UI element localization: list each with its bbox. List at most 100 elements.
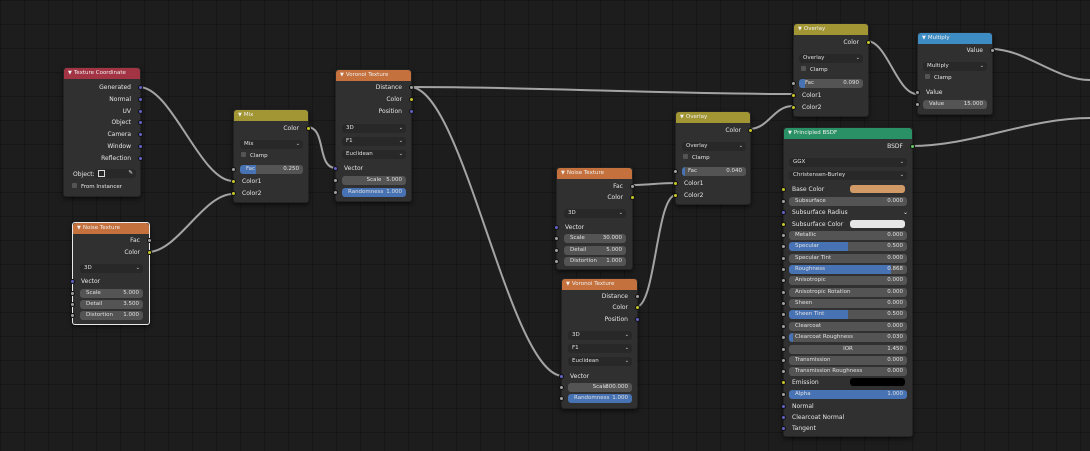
vector-socket-icon[interactable] [635,317,640,322]
alpha-slider[interactable]: Alpha 1.000 [789,390,907,399]
float-socket-icon[interactable] [559,385,564,390]
collapse-arrow-icon[interactable]: ▼ [68,70,72,76]
texture-coordinate-node[interactable]: ▼ Texture Coordinate Generated Normal UV … [63,67,143,197]
output-object[interactable]: Object [64,117,143,128]
node-header[interactable]: ▼ Overlay [676,112,750,123]
float-socket-icon[interactable] [781,233,786,238]
param-slider[interactable]: Clearcoat 0.000 [789,322,907,331]
float-socket-icon[interactable] [781,369,786,374]
node-link[interactable] [409,86,564,377]
input-specular[interactable]: Specular 0.500 [781,241,912,252]
collapse-arrow-icon[interactable]: ▼ [680,114,684,120]
input-sheen-tint[interactable]: Sheen Tint 0.500 [781,309,912,320]
fac-slider[interactable]: Fac 0.040 [682,167,746,176]
input-anisotropic-rotation[interactable]: Anisotropic Rotation 0.000 [781,287,912,298]
input-detail[interactable]: Detail 5.000 [554,245,632,256]
float-socket-icon[interactable] [781,290,786,295]
vector-socket-icon[interactable] [138,97,143,102]
color-socket-icon[interactable] [306,126,311,131]
fac-slider[interactable]: Fac 0.250 [240,165,303,174]
float-socket-icon[interactable] [231,167,236,172]
output-normal[interactable]: Normal [64,94,143,105]
param-slider[interactable]: Transmission Roughness 0.000 [789,367,907,376]
output-generated[interactable]: Generated [64,82,143,93]
input-subsurface-radius[interactable]: Subsurface Radius ⌄ [781,207,912,218]
param-slider[interactable]: Sheen 0.000 [789,299,907,308]
base-color-swatch[interactable] [850,185,905,193]
collapse-arrow-icon[interactable]: ▼ [922,35,926,41]
color-socket-icon[interactable] [673,193,678,198]
collapse-arrow-icon[interactable]: ▼ [238,112,242,118]
input-randomness[interactable]: Randomness 1.000 [559,393,637,404]
subsurface-color-swatch[interactable] [850,220,905,228]
input-fac[interactable]: Fac 0.090 [791,78,868,89]
vector-socket-icon[interactable] [138,156,143,161]
blend-type-dropdown[interactable]: Mix ⌄ [240,140,303,149]
node-link[interactable] [147,193,234,253]
dimensions-dropdown[interactable]: 3D ⌄ [342,124,406,133]
blend-type-dropdown[interactable]: Overlay ⌄ [682,142,746,151]
chevron-down-icon[interactable]: ⌄ [903,207,908,218]
subsurface-method-dropdown[interactable]: Christensen-Burley ⌄ [789,171,907,180]
input-clearcoat-roughness[interactable]: Clearcoat Roughness 0.030 [781,332,912,343]
color-socket-icon[interactable] [748,128,753,133]
output-distance[interactable]: Distance [336,82,414,93]
value-field[interactable]: Value 15.000 [923,100,987,109]
detail-field[interactable]: Detail 5.000 [564,246,626,255]
scale-field[interactable]: Scale 300.000 [568,383,632,392]
node-link[interactable] [630,182,677,186]
dimensions-dropdown[interactable]: 3D ⌄ [568,331,632,340]
float-socket-icon[interactable] [781,301,786,306]
float-socket-icon[interactable] [70,302,75,307]
float-socket-icon[interactable] [781,244,786,249]
float-socket-icon[interactable] [781,347,786,352]
param-slider[interactable]: Clearcoat Roughness 0.030 [789,333,907,342]
vector-socket-icon[interactable] [138,109,143,114]
node-header[interactable]: ▼ Texture Coordinate [64,68,140,79]
output-color[interactable]: Color [73,247,152,258]
color-socket-icon[interactable] [781,187,786,192]
distortion-field[interactable]: Distortion 1.000 [80,311,143,320]
eyedropper-icon[interactable]: ✎ [128,169,133,178]
color-socket-icon[interactable] [791,93,796,98]
float-socket-icon[interactable] [70,291,75,296]
input-distortion[interactable]: Distortion 1.000 [70,310,149,321]
blend-type-dropdown[interactable]: Overlay ⌄ [799,54,863,63]
color-socket-icon[interactable] [673,181,678,186]
randomness-slider[interactable]: Randomness 1.000 [568,394,632,403]
color-socket-icon[interactable] [231,179,236,184]
output-bsdf[interactable]: BSDF [784,141,915,152]
feature-dropdown[interactable]: F1 ⌄ [342,137,406,146]
float-socket-icon[interactable] [409,85,414,90]
output-color[interactable]: Color [676,125,753,136]
operation-dropdown[interactable]: Multiply ⌄ [923,62,987,71]
collapse-arrow-icon[interactable]: ▼ [798,26,802,32]
node-header[interactable]: ▼ Mix [234,110,308,121]
output-fac[interactable]: Fac [557,181,635,192]
input-color2[interactable]: Color2 [673,190,750,201]
input-roughness[interactable]: Roughness 0.868 [781,264,912,275]
output-color[interactable]: Color [794,37,871,48]
vector-socket-icon[interactable] [781,210,786,215]
output-position[interactable]: Position [562,314,640,325]
input-emission[interactable]: Emission [781,377,912,388]
input-vector[interactable]: Vector [333,163,411,174]
node-link[interactable] [409,86,794,95]
output-window[interactable]: Window [64,141,143,152]
subsurface-field[interactable]: Subsurface 0.000 [789,197,907,206]
param-slider[interactable]: Anisotropic Rotation 0.000 [789,288,907,297]
param-slider[interactable]: Transmission 0.000 [789,356,907,365]
node-header[interactable]: ▼ Voronoi Texture [336,70,411,81]
input-color2[interactable]: Color2 [791,102,868,113]
output-value[interactable]: Value [918,45,995,56]
input-vector[interactable]: Vector [559,371,637,382]
scale-field[interactable]: Scale 5.000 [80,289,143,298]
input-normal[interactable]: Normal [781,401,912,412]
input-transmission[interactable]: Transmission 0.000 [781,355,912,366]
param-slider[interactable]: Specular 0.500 [789,242,907,251]
input-fac[interactable]: Fac 0.040 [673,166,750,177]
float-socket-icon[interactable] [781,358,786,363]
float-socket-icon[interactable] [333,178,338,183]
randomness-slider[interactable]: Randomness 1.000 [342,188,406,197]
vector-socket-icon[interactable] [333,166,338,171]
